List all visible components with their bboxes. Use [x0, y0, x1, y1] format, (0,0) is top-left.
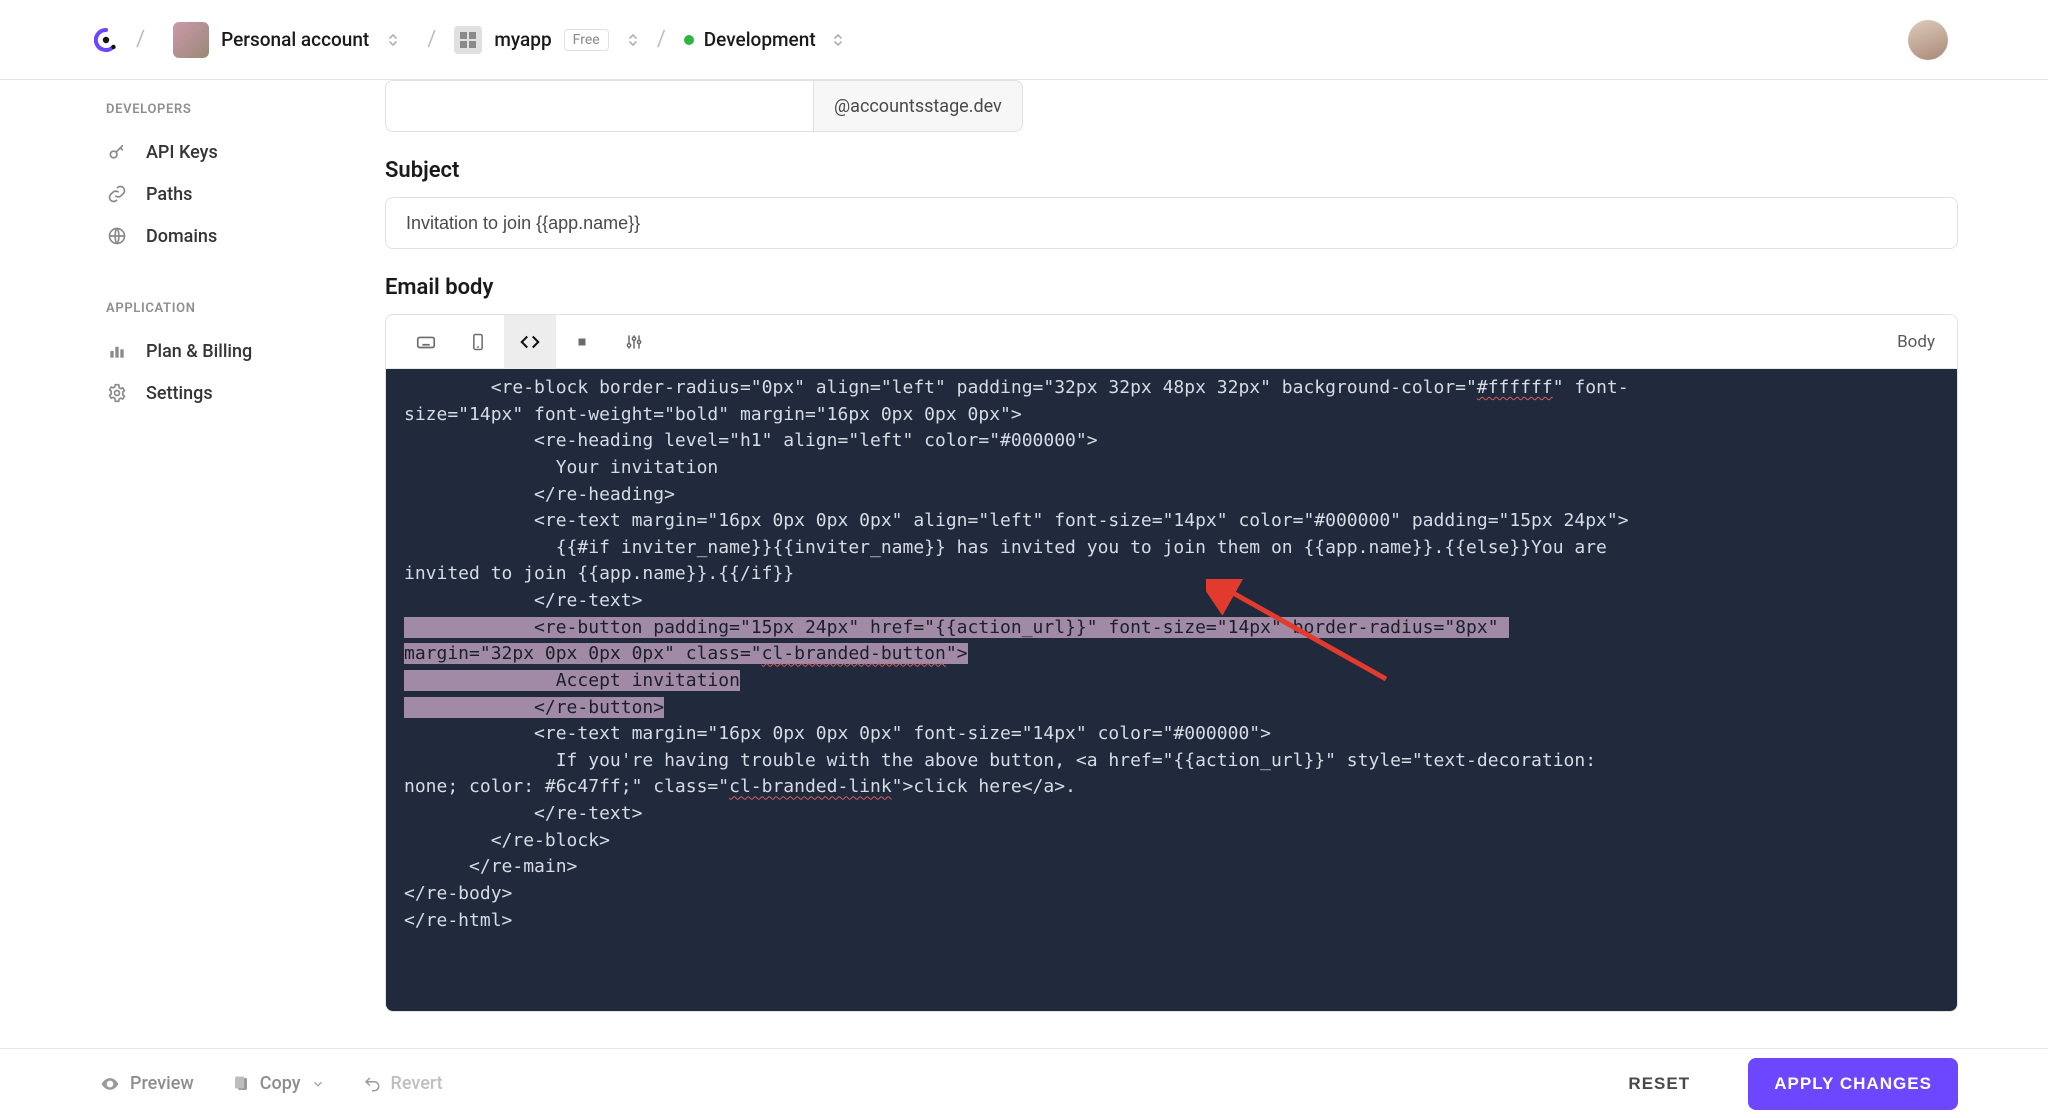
topbar: / Personal account / myapp Free / Develo… [0, 0, 2048, 80]
environment-switcher[interactable]: Development [684, 28, 844, 51]
bars-icon [106, 340, 128, 362]
from-local-input[interactable] [385, 80, 813, 132]
sidebar-item-settings[interactable]: Settings [106, 372, 385, 414]
copy-button[interactable]: Copy [232, 1073, 325, 1094]
app-name: myapp [494, 28, 551, 51]
sidebar-item-label: Paths [146, 184, 192, 205]
preview-button[interactable]: Preview [100, 1073, 194, 1094]
sidebar-item-label: API Keys [146, 142, 218, 163]
toolbar-device-button[interactable] [452, 315, 504, 369]
status-dot-icon [684, 35, 694, 45]
gear-icon [106, 382, 128, 404]
annotation-arrow-icon [1206, 579, 1406, 699]
breadcrumb-separator: / [427, 27, 436, 52]
sidebar-item-label: Settings [146, 383, 213, 404]
footer-bar: Preview Copy Revert RESET APPLY CHANGES [0, 1048, 2048, 1118]
sidebar-item-api-keys[interactable]: API Keys [106, 131, 385, 173]
sidebar-section-application: APPLICATION [106, 301, 385, 316]
subject-label: Subject [385, 158, 1958, 183]
chevron-updown-icon [832, 32, 844, 48]
editor-toolbar: Body [386, 315, 1957, 369]
chevron-updown-icon [627, 32, 639, 48]
globe-icon [106, 225, 128, 247]
account-avatar [173, 22, 209, 58]
sidebar-item-plan-billing[interactable]: Plan & Billing [106, 330, 385, 372]
environment-label: Development [704, 28, 816, 51]
from-row: @accountsstage.dev [385, 80, 1958, 132]
toolbar-keyboard-button[interactable] [400, 315, 452, 369]
toolbar-code-button[interactable] [504, 315, 556, 369]
key-icon [106, 141, 128, 163]
brand-logo[interactable] [94, 28, 118, 52]
from-domain-suffix: @accountsstage.dev [813, 80, 1023, 132]
toolbar-stop-button[interactable] [556, 315, 608, 369]
link-icon [106, 183, 128, 205]
app-icon [454, 26, 482, 54]
user-avatar[interactable] [1908, 20, 1948, 60]
reset-button[interactable]: RESET [1608, 1062, 1710, 1106]
chevron-down-icon [311, 1077, 325, 1091]
toolbar-sliders-button[interactable] [608, 315, 660, 369]
sidebar-item-label: Domains [146, 226, 217, 247]
sidebar-item-paths[interactable]: Paths [106, 173, 385, 215]
body-label: Email body [385, 275, 1958, 300]
breadcrumb-separator: / [657, 27, 666, 52]
sidebar-section-developers: DEVELOPERS [106, 102, 385, 117]
sidebar-item-label: Plan & Billing [146, 341, 252, 362]
breadcrumb-separator: / [136, 27, 145, 52]
revert-button[interactable]: Revert [363, 1073, 443, 1094]
app-switcher[interactable]: myapp Free [454, 26, 638, 54]
chevron-updown-icon [387, 32, 399, 48]
email-body-editor: Body <re-block border-radius="0px" align… [385, 314, 1958, 1012]
toolbar-section-label[interactable]: Body [1897, 332, 1943, 352]
sidebar-item-domains[interactable]: Domains [106, 215, 385, 257]
account-switcher[interactable]: Personal account [163, 16, 409, 64]
code-textarea[interactable]: <re-block border-radius="0px" align="lef… [386, 369, 1957, 1011]
account-label: Personal account [221, 28, 369, 51]
plan-badge: Free [564, 29, 609, 51]
main-panel: @accountsstage.dev Subject Email body [385, 80, 2048, 1048]
sidebar: DEVELOPERS API Keys Paths Domains APPLIC… [0, 80, 385, 1048]
subject-input[interactable] [385, 197, 1958, 249]
apply-changes-button[interactable]: APPLY CHANGES [1748, 1058, 1958, 1110]
